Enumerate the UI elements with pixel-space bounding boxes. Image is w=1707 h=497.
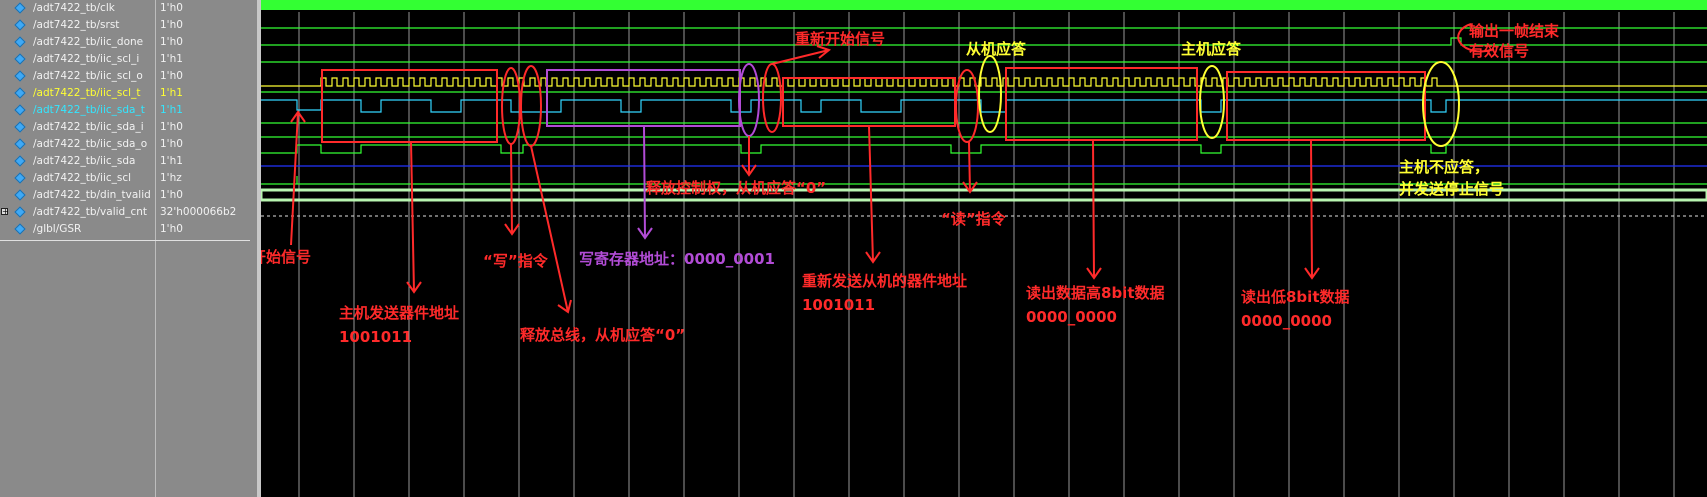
signal-row[interactable]: /adt7422_tb/clk bbox=[0, 0, 155, 17]
signal-row[interactable]: /adt7422_tb/iic_sda_i bbox=[0, 119, 155, 136]
arrow-release-bus bbox=[530, 145, 572, 314]
signal-name: /adt7422_tb/valid_cnt bbox=[33, 206, 147, 218]
signal-row[interactable]: /adt7422_tb/iic_scl bbox=[0, 170, 155, 187]
arrow-resend-address bbox=[865, 125, 881, 264]
label-master-nack-1: 主机不应答， bbox=[1399, 158, 1489, 176]
label-master-ack: 主机应答 bbox=[1181, 40, 1242, 58]
label-restart-signal: 重新开始信号 bbox=[795, 30, 885, 48]
trace-iic-scl-t bbox=[261, 77, 1707, 87]
signal-value: 32'h000066b2 bbox=[160, 206, 237, 218]
trace-iic-sda bbox=[261, 144, 1707, 154]
ellipse-restart bbox=[762, 63, 782, 133]
signal-row[interactable]: /adt7422_tb/din_tvalid bbox=[0, 187, 155, 204]
signal-diamond-icon bbox=[14, 104, 26, 116]
signal-row[interactable]: /adt7422_tb/iic_sda bbox=[0, 153, 155, 170]
label-read-low: 读出低8bit数据 bbox=[1241, 288, 1350, 306]
expand-toggle-icon[interactable]: + bbox=[1, 208, 9, 216]
label-write-cmd: “写”指令 bbox=[483, 252, 549, 270]
signal-value: 1'h0 bbox=[160, 189, 183, 201]
signal-diamond-icon bbox=[14, 172, 26, 184]
signal-name: /adt7422_tb/clk bbox=[33, 2, 115, 14]
signal-row[interactable]: /adt7422_tb/iic_done bbox=[0, 34, 155, 51]
label-read-high: 读出数据高8bit数据 bbox=[1026, 284, 1165, 302]
label-resend-addr: 重新发送从机的器件地址 bbox=[802, 272, 967, 290]
signal-value: 1'h1 bbox=[160, 87, 183, 99]
label-release-ctrl: 释放控制权，从机应答“0” bbox=[646, 179, 826, 197]
label-start-signal: 开始信号 bbox=[261, 248, 311, 266]
signal-diamond-icon bbox=[14, 223, 26, 235]
signal-name: /adt7422_tb/iic_sda_o bbox=[33, 138, 148, 150]
signal-row[interactable]: /adt7422_tb/iic_scl_t bbox=[0, 85, 155, 102]
label-resend-addr-bits: 1001011 bbox=[802, 296, 875, 314]
box-resend-address bbox=[782, 77, 956, 127]
signal-diamond-icon bbox=[14, 2, 26, 14]
signal-row[interactable]: /adt7422_tb/iic_scl_i bbox=[0, 51, 155, 68]
arrow-read bbox=[962, 141, 978, 194]
arrow-start bbox=[290, 110, 306, 246]
label-master-send-addr-bits: 1001011 bbox=[339, 328, 412, 346]
signal-diamond-icon bbox=[14, 189, 26, 201]
signal-diamond-icon bbox=[14, 155, 26, 167]
signal-name: /adt7422_tb/iic_scl_i bbox=[33, 53, 140, 65]
signal-diamond-icon bbox=[14, 53, 26, 65]
box-read-low bbox=[1226, 71, 1426, 141]
arrow-release-ctrl bbox=[741, 136, 757, 177]
label-release-bus: 释放总线，从机应答“0” bbox=[520, 326, 685, 344]
arrow-restart bbox=[771, 45, 832, 65]
signal-name: /adt7422_tb/iic_sda bbox=[33, 155, 136, 167]
signal-value: 1'h0 bbox=[160, 70, 183, 82]
waveform-canvas: 开始信号 主机发送器件地址 1001011 “写”指令 释放总线，从机应答“0”… bbox=[261, 0, 1707, 497]
signal-value: 1'h1 bbox=[160, 53, 183, 65]
label-frame-end-1: 输出一帧结束 bbox=[1469, 22, 1560, 40]
time-cursor-bar bbox=[261, 0, 1707, 10]
signal-diamond-icon bbox=[14, 138, 26, 150]
signal-name: /adt7422_tb/srst bbox=[33, 19, 120, 31]
signal-value: 1'h0 bbox=[160, 223, 183, 235]
signal-value: 1'h1 bbox=[160, 155, 183, 167]
signal-row[interactable]: /adt7422_tb/iic_sda_o bbox=[0, 136, 155, 153]
signal-name: /adt7422_tb/iic_scl_o bbox=[33, 70, 143, 82]
label-write-reg-addr: 写寄存器地址：0000_0001 bbox=[579, 250, 775, 268]
signal-value: 1'h0 bbox=[160, 2, 183, 14]
label-read-high-bits: 0000_0000 bbox=[1026, 308, 1117, 326]
signal-diamond-icon bbox=[14, 87, 26, 99]
signal-value: 1'h0 bbox=[160, 19, 183, 31]
signal-row[interactable]: + /adt7422_tb/valid_cnt bbox=[0, 204, 155, 221]
label-frame-end-2: 有效信号 bbox=[1469, 42, 1529, 60]
signal-row[interactable]: /adt7422_tb/iic_sda_t bbox=[0, 102, 155, 119]
label-read-low-bits: 0000_0000 bbox=[1241, 312, 1332, 330]
ellipse-slave-ack bbox=[978, 55, 1002, 133]
signal-name: /adt7422_tb/din_tvalid bbox=[33, 189, 151, 201]
waveform-area[interactable]: 开始信号 主机发送器件地址 1001011 “写”指令 释放总线，从机应答“0”… bbox=[261, 0, 1707, 497]
signal-diamond-icon bbox=[14, 36, 26, 48]
signal-value: 1'h0 bbox=[160, 36, 183, 48]
ellipse-master-nack bbox=[1422, 61, 1460, 147]
signal-name: /glbl/GSR bbox=[33, 223, 82, 235]
signal-row[interactable]: /adt7422_tb/srst bbox=[0, 17, 155, 34]
signal-name: /adt7422_tb/iic_scl bbox=[33, 172, 132, 184]
signal-value: 1'hz bbox=[160, 172, 182, 184]
arrow-read-high bbox=[1086, 139, 1102, 280]
signal-name: /adt7422_tb/iic_sda_t bbox=[33, 104, 145, 116]
signal-name: /adt7422_tb/iic_scl_t bbox=[33, 87, 141, 99]
signal-diamond-icon bbox=[14, 206, 26, 218]
signal-row[interactable]: /adt7422_tb/iic_scl_o bbox=[0, 68, 155, 85]
signal-row[interactable]: /glbl/GSR bbox=[0, 221, 155, 238]
label-master-nack-2: 并发送停止信号 bbox=[1399, 180, 1504, 198]
signal-value: 1'h1 bbox=[160, 104, 183, 116]
signal-diamond-icon bbox=[14, 70, 26, 82]
label-master-send-addr: 主机发送器件地址 bbox=[339, 304, 459, 322]
signal-diamond-icon bbox=[14, 121, 26, 133]
list-end-separator bbox=[0, 240, 250, 241]
label-read-cmd: “读”指令 bbox=[941, 210, 1007, 228]
signal-value: 1'h0 bbox=[160, 121, 183, 133]
signal-name: /adt7422_tb/iic_done bbox=[33, 36, 144, 48]
signal-value: 1'h0 bbox=[160, 138, 183, 150]
label-slave-ack: 从机应答 bbox=[966, 40, 1027, 58]
signal-name: /adt7422_tb/iic_sda_i bbox=[33, 121, 144, 133]
trace-iic-sda-t bbox=[261, 99, 1707, 113]
signal-diamond-icon bbox=[14, 19, 26, 31]
arrow-read-low bbox=[1304, 139, 1320, 280]
